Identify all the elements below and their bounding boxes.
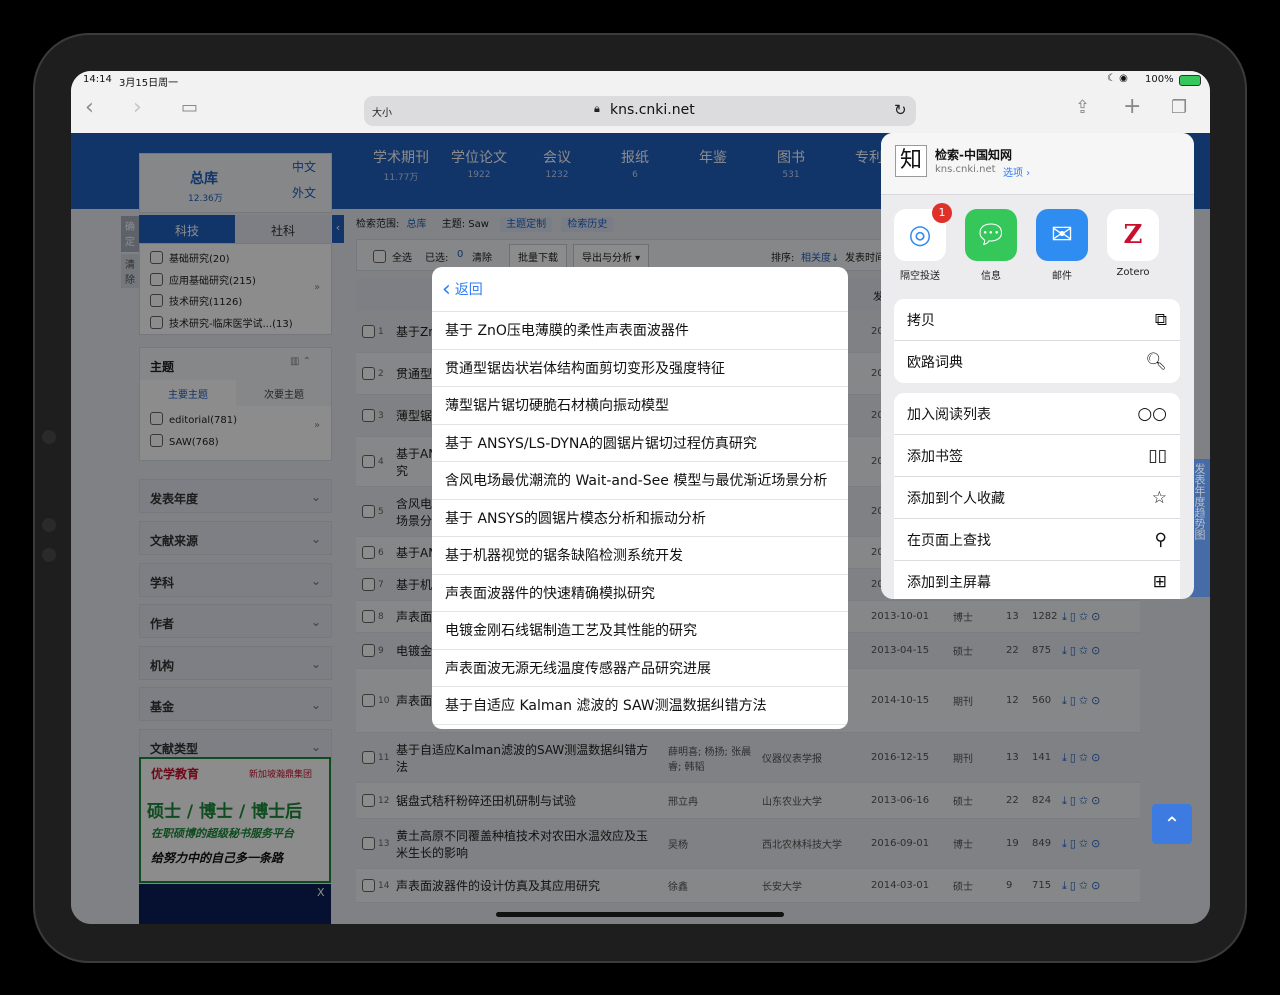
- popup-item[interactable]: 含风电场最优潮流的 Wait-and-See 模型与最优渐近场景分析: [432, 462, 848, 500]
- action-group-1: 拷贝 ⧉ 欧路词典 🔍︎: [894, 299, 1180, 383]
- action-find-on-page[interactable]: 在页面上查找 ⚲: [894, 519, 1180, 561]
- popup-item[interactable]: 薄型锯片锯切硬脆石材横向振动模型: [432, 387, 848, 425]
- action-add-bookmark[interactable]: 添加书签 ▯▯: [894, 435, 1180, 477]
- status-time: 14:14: [83, 74, 112, 85]
- wifi-icon: ☾ ◉: [1107, 73, 1128, 84]
- lock-icon: 🔒︎: [594, 102, 600, 115]
- search-icon: ⚲: [1154, 529, 1167, 550]
- new-tab-icon[interactable]: +: [1123, 94, 1141, 119]
- share-site: kns.cnki.net: [935, 164, 996, 175]
- share-options-link[interactable]: 选项 ›: [1003, 164, 1030, 179]
- url-text[interactable]: kns.cnki.net: [610, 102, 695, 118]
- app-messages[interactable]: 💬︎ 信息: [961, 209, 1021, 282]
- airdrop-icon: ◎ 1: [894, 203, 952, 261]
- action-copy[interactable]: 拷贝 ⧉: [894, 299, 1180, 341]
- popup-item[interactable]: 声表面波无源无线温度传感器产品研究进展: [432, 650, 848, 687]
- site-logo-icon: 知: [895, 145, 927, 177]
- address-bar[interactable]: 大小 🔒︎ kns.cnki.net ↻: [364, 96, 916, 126]
- popup-item[interactable]: 电镀金刚石线锯制造工艺及其性能的研究: [432, 612, 848, 650]
- text-size-button[interactable]: 大小: [372, 104, 392, 119]
- star-icon: ☆: [1151, 487, 1167, 508]
- pencil-dot-2: [42, 548, 56, 562]
- popup-item[interactable]: 基于自适应 Kalman 滤波的 SAW测温数据纠错方法: [432, 687, 848, 725]
- action-dictionary[interactable]: 欧路词典 🔍︎: [894, 341, 1180, 383]
- glasses-icon: ○○: [1137, 403, 1167, 424]
- app-mail[interactable]: ✉ 邮件: [1032, 209, 1092, 282]
- screen: 14:14 3月15日周一 ☾ ◉ 100% ‹ › ▭ 大小 🔒︎ kns.c…: [71, 71, 1210, 924]
- notification-badge: 1: [932, 203, 952, 223]
- back-icon[interactable]: ‹: [85, 95, 94, 120]
- zotero-icon: Z: [1107, 209, 1159, 261]
- back-to-top-icon[interactable]: ⌃: [1152, 804, 1192, 844]
- share-sheet: 知 检索-中国知网 kns.cnki.net 选项 › ◎ 1 隔空投送 💬︎ 信…: [881, 133, 1194, 599]
- popup-item[interactable]: 基于 ZnO压电薄膜的柔性声表面波器件: [432, 312, 848, 350]
- dictionary-icon: 🔍︎: [1145, 352, 1167, 372]
- battery-level: 100%: [1145, 74, 1174, 85]
- app-airdrop[interactable]: ◎ 1 隔空投送: [890, 203, 952, 282]
- action-reading-list[interactable]: 加入阅读列表 ○○: [894, 393, 1180, 435]
- popup-item[interactable]: 基于 ANSYS的圆锯片模态分析和振动分析: [432, 500, 848, 537]
- pencil-dot: [42, 518, 56, 532]
- popup-back-button[interactable]: ‹ 返回: [432, 267, 848, 312]
- status-bar: 14:14 3月15日周一 ☾ ◉ 100%: [71, 71, 1210, 91]
- book-icon: ▯▯: [1148, 445, 1167, 466]
- action-add-favorite[interactable]: 添加到个人收藏 ☆: [894, 477, 1180, 519]
- chevron-left-icon: ‹: [442, 276, 451, 302]
- share-icon[interactable]: ⇪: [1075, 97, 1090, 118]
- mail-icon: ✉: [1036, 209, 1088, 261]
- action-add-home-screen[interactable]: 添加到主屏幕 ⊞: [894, 561, 1180, 599]
- bookmarks-icon[interactable]: ▭: [181, 97, 198, 118]
- forward-icon[interactable]: ›: [133, 95, 142, 120]
- app-zotero[interactable]: Z Zotero: [1103, 209, 1163, 278]
- popup-item[interactable]: 贯通型锯齿状岩体结构面剪切变形及强度特征: [432, 350, 848, 387]
- add-square-icon: ⊞: [1152, 572, 1167, 592]
- popup-item[interactable]: 声表面波器件的快速精确模拟研究: [432, 575, 848, 612]
- camera-dot: [42, 430, 56, 444]
- related-articles-popup: ‹ 返回 基于 ZnO压电薄膜的柔性声表面波器件 贯通型锯齿状岩体结构面剪切变形及…: [432, 267, 848, 729]
- popup-item[interactable]: 基于 ANSYS/LS-DYNA的圆锯片锯切过程仿真研究: [432, 425, 848, 462]
- status-date: 3月15日周一: [119, 78, 179, 89]
- home-indicator[interactable]: [496, 912, 784, 917]
- tabs-icon[interactable]: ❐: [1171, 97, 1187, 118]
- copy-icon: ⧉: [1154, 309, 1167, 330]
- messages-icon: 💬︎: [965, 209, 1017, 261]
- action-group-2: 加入阅读列表 ○○ 添加书签 ▯▯ 添加到个人收藏 ☆ 在页面上查找 ⚲ 添加到主屏幕 ⊞: [894, 393, 1180, 599]
- share-header: 知 检索-中国知网 kns.cnki.net 选项 ›: [881, 133, 1194, 195]
- share-title: 检索-中国知网: [935, 148, 1012, 162]
- browser-toolbar: ‹ › ▭ 大小 🔒︎ kns.cnki.net ↻ ⇪ + ❐: [71, 91, 1210, 133]
- reload-icon[interactable]: ↻: [894, 101, 907, 119]
- battery-icon: [1179, 75, 1201, 86]
- popup-item[interactable]: 基于机器视觉的锯条缺陷检测系统开发: [432, 537, 848, 575]
